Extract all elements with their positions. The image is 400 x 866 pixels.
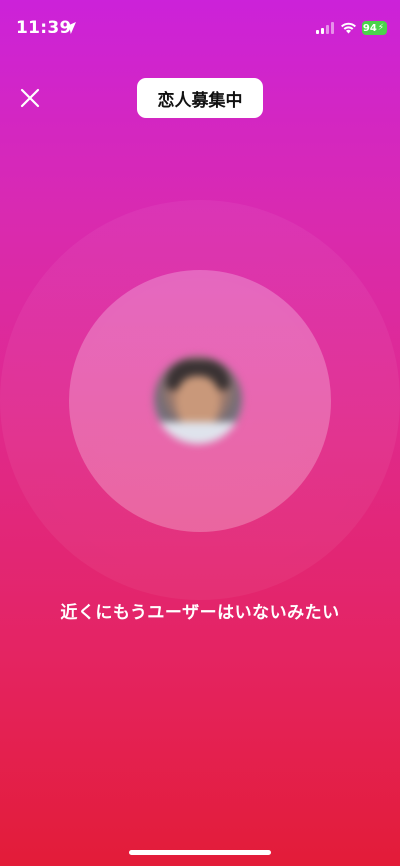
charging-bolt-icon: ⚡ <box>377 23 385 33</box>
battery-indicator: 94 ⚡ <box>362 21 387 35</box>
cellular-signal-icon <box>316 22 334 34</box>
avatar[interactable] <box>154 356 242 444</box>
location-arrow-icon <box>64 22 76 34</box>
close-button[interactable] <box>14 82 46 114</box>
home-indicator[interactable] <box>129 850 271 855</box>
close-icon <box>20 88 40 108</box>
page-title: 恋人募集中 <box>137 78 263 118</box>
battery-level: 94 <box>362 22 377 34</box>
status-bar: 11:39 94 ⚡ <box>0 0 400 54</box>
empty-state-message: 近くにもうユーザーはいないみたい <box>60 603 340 623</box>
wifi-icon <box>341 22 356 34</box>
